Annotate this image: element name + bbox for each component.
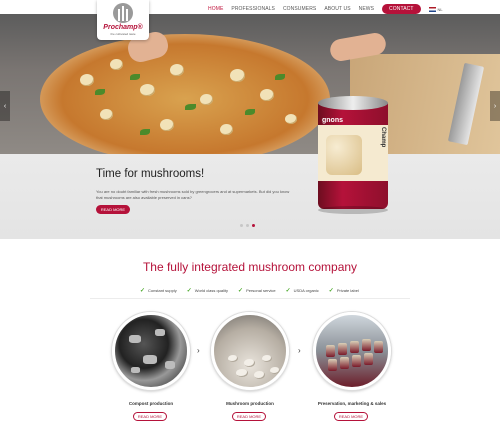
feature-label: Personal service [246, 288, 276, 293]
hero-text: You are no doubt familiar with fresh mus… [96, 189, 290, 200]
hero-title: Time for mushrooms! [96, 168, 205, 180]
cans-image[interactable] [313, 312, 391, 390]
checkmark-icon: ✓ [186, 288, 192, 294]
chevron-right-icon: › [197, 346, 200, 355]
logo-mark-icon [113, 3, 133, 23]
contact-button[interactable]: CONTACT [382, 4, 421, 14]
nav-consumers[interactable]: CONSUMERS [283, 6, 316, 12]
can-text-side: Champ [380, 127, 386, 148]
mushroom-can-image: gnons Champ [318, 96, 388, 214]
can-text-top: gnons [322, 117, 343, 124]
checkmark-icon: ✓ [238, 288, 244, 294]
feature-label: Private label [336, 288, 359, 293]
nav-about-us[interactable]: ABOUT US [324, 6, 350, 12]
feature-label: Constant supply [148, 288, 177, 293]
flag-icon [428, 6, 436, 12]
section-title: The fully integrated mushroom company [142, 260, 358, 274]
feature-label: World class quality [194, 288, 229, 293]
slider-dot[interactable] [246, 224, 249, 227]
divider [90, 298, 410, 299]
feature-list: ✓ Constant supply ✓ World class quality ✓ P… [140, 287, 359, 294]
language-switch[interactable]: NL [428, 6, 443, 12]
step-read-more-button[interactable]: READ MORE [133, 412, 167, 421]
mushroom-farm-image[interactable] [211, 312, 289, 390]
slider-dot-active[interactable] [252, 224, 255, 227]
feature-item: ✓ Constant supply [140, 287, 177, 294]
feature-item: ✓ World class quality [187, 287, 228, 294]
step-label: Mushroom production [226, 401, 274, 406]
slider-next-button[interactable]: › [490, 91, 500, 121]
hero-slider: gnons Champ ‹ › Time for mushrooms! You … [0, 14, 500, 239]
feature-label: USDA organic [293, 288, 319, 293]
language-label: NL [437, 6, 443, 12]
checkmark-icon: ✓ [285, 288, 291, 294]
feature-item: ✓ Private label [329, 287, 359, 294]
chevron-right-icon: › [298, 346, 301, 355]
step-read-more-button[interactable]: READ MORE [232, 412, 266, 421]
logo-tagline: the cultivated taste [110, 32, 136, 36]
feature-item: ✓ USDA organic [286, 287, 319, 294]
nav-professionals[interactable]: PROFESSIONALS [231, 6, 275, 12]
slider-prev-button[interactable]: ‹ [0, 91, 10, 121]
nav-news[interactable]: NEWS [359, 6, 374, 12]
checkmark-icon: ✓ [140, 288, 146, 294]
slider-dots [240, 224, 255, 227]
page: Prochamp® the cultivated taste HOME PROF… [0, 0, 500, 443]
compost-image[interactable] [112, 312, 190, 390]
nav-home[interactable]: HOME [208, 6, 223, 12]
step-label: Preservation, marketing & sales [317, 401, 387, 406]
slider-dot[interactable] [240, 224, 243, 227]
main-nav: HOME PROFESSIONALS CONSUMERS ABOUT US NE… [208, 4, 443, 14]
hero-read-more-button[interactable]: READ MORE [96, 205, 130, 214]
checkmark-icon: ✓ [328, 288, 334, 294]
step-read-more-button[interactable]: READ MORE [334, 412, 368, 421]
logo[interactable]: Prochamp® the cultivated taste [97, 0, 149, 40]
logo-brand: Prochamp® [103, 24, 143, 31]
hero-image [0, 14, 500, 164]
feature-item: ✓ Personal service [238, 287, 276, 294]
chevron-right-icon: › [493, 102, 497, 110]
step-label: Compost production [128, 401, 174, 406]
chevron-left-icon: ‹ [3, 102, 7, 110]
